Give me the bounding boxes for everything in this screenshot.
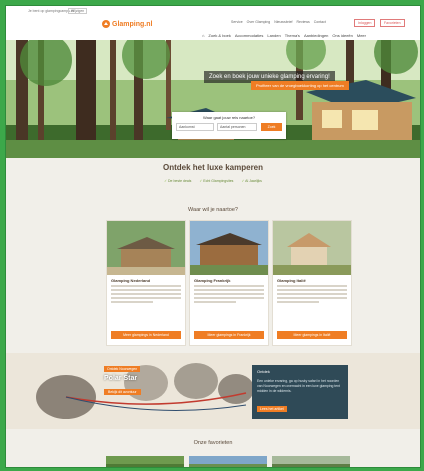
info-heading: Ontdek (257, 369, 270, 374)
usp-item: De beste deals (164, 179, 191, 183)
nav-item-ideas[interactable]: Ons ideeën (332, 33, 352, 38)
site-notice: Je bent op glampingcamps.nl (28, 9, 74, 13)
nav-item-countries[interactable]: Landen (267, 33, 280, 38)
search-panel: Waar gaat jouw reis naartoe? Aankomst Aa… (172, 112, 286, 139)
card-title: Glamping Italië (277, 278, 306, 283)
search-title: Waar gaat jouw reis naartoe? (202, 115, 256, 120)
card-cta-button[interactable]: Meer glampings in Frankrijk (194, 331, 264, 339)
card-description (194, 285, 264, 305)
card-image (190, 221, 268, 275)
toplink-about[interactable]: Over Glamping (247, 20, 271, 24)
nav-item-more[interactable]: Meer (357, 33, 366, 38)
toplink-newsletter[interactable]: Nieuwsbrief (274, 20, 292, 24)
feature-title: Polar Star (104, 375, 138, 382)
toplink-reviews[interactable]: Reviews (297, 20, 310, 24)
usp-list: De beste deals Echt Glampingsites Al Jaa… (6, 179, 420, 183)
tent-icon (102, 20, 110, 28)
destination-card[interactable]: Glamping Nederland Meer glampings in Ned… (106, 220, 186, 346)
card-title: Glamping Nederland (111, 278, 151, 283)
destination-card[interactable]: Glamping Italië Meer glampings in Italië (272, 220, 352, 346)
favorite-thumb[interactable] (272, 456, 350, 468)
utility-bar: Je bent op glampingcamps.nl Wijzigen (6, 6, 420, 16)
card-title: Glamping Frankrijk (194, 278, 231, 283)
hero-forest-image (6, 40, 420, 158)
login-button[interactable]: Inloggen (354, 19, 376, 27)
brand-name: Glamping.nl (112, 20, 153, 28)
toplink-contact[interactable]: Contact (314, 20, 326, 24)
card-description (111, 285, 181, 305)
main-nav: ⌂ Zoek & boek Accommodaties Landen Thema… (202, 33, 366, 38)
search-button[interactable]: Zoek (261, 123, 282, 131)
page-frame: Je bent op glampingcamps.nl Wijzigen Gla… (5, 5, 421, 468)
info-text: Een unieke ervaring, ga op husky safari … (257, 379, 340, 393)
card-description (277, 285, 347, 305)
favorite-thumb[interactable] (189, 456, 267, 468)
feature-banner: Ontdek Noorwegen Polar Star Bekijk dit a… (6, 353, 420, 429)
husky-sled-image (6, 353, 420, 429)
nav-home-icon[interactable]: ⌂ (202, 33, 204, 38)
logo[interactable]: Glamping.nl (102, 20, 152, 28)
destination-card[interactable]: Glamping Frankrijk Meer glampings in Fra… (189, 220, 269, 346)
where-title: Waar wil je naartoe? (188, 207, 238, 213)
toplink-service[interactable]: Service (231, 20, 243, 24)
card-cta-button[interactable]: Meer glampings in Nederland (111, 331, 181, 339)
site-header: Glamping.nl Service Over Glamping Nieuws… (6, 16, 420, 41)
discover-title: Ontdek het luxe kamperen (162, 163, 264, 172)
usp-item: Al Jaarlijks (241, 179, 262, 183)
hero-promo-sub[interactable]: Profiteer van de vroegboekkorting op het… (251, 81, 349, 90)
favorite-thumb[interactable] (106, 456, 184, 468)
card-cta-button[interactable]: Meer glampings in Italië (277, 331, 347, 339)
usp-item: Echt Glampingsites (199, 179, 233, 183)
feature-info-box: Ontdek Een unieke ervaring, ga op husky … (252, 365, 348, 419)
card-image (273, 221, 351, 275)
nav-item-accommodations[interactable]: Accommodaties (235, 33, 263, 38)
hero: Zoek en boek jouw unieke glamping ervari… (6, 40, 420, 158)
feature-label: Ontdek Noorwegen (104, 366, 141, 372)
info-link[interactable]: Lees het artikel (257, 406, 287, 412)
arrival-select[interactable]: Aankomst (176, 123, 214, 131)
nav-item-search[interactable]: Zoek & boek (208, 33, 230, 38)
nav-item-offers[interactable]: Aanbiedingen (304, 33, 328, 38)
nav-item-themes[interactable]: Thema's (285, 33, 300, 38)
persons-select[interactable]: Aantal personen (217, 123, 257, 131)
site-switch-select[interactable]: Wijzigen (68, 8, 88, 14)
favorites-button[interactable]: Favorieten (380, 19, 405, 27)
top-links: Service Over Glamping Nieuwsbrief Review… (231, 20, 326, 24)
feature-button[interactable]: Bekijk dit avontuur (104, 389, 141, 395)
favorites-title: Onze favorieten (193, 440, 233, 446)
card-image (107, 221, 185, 275)
